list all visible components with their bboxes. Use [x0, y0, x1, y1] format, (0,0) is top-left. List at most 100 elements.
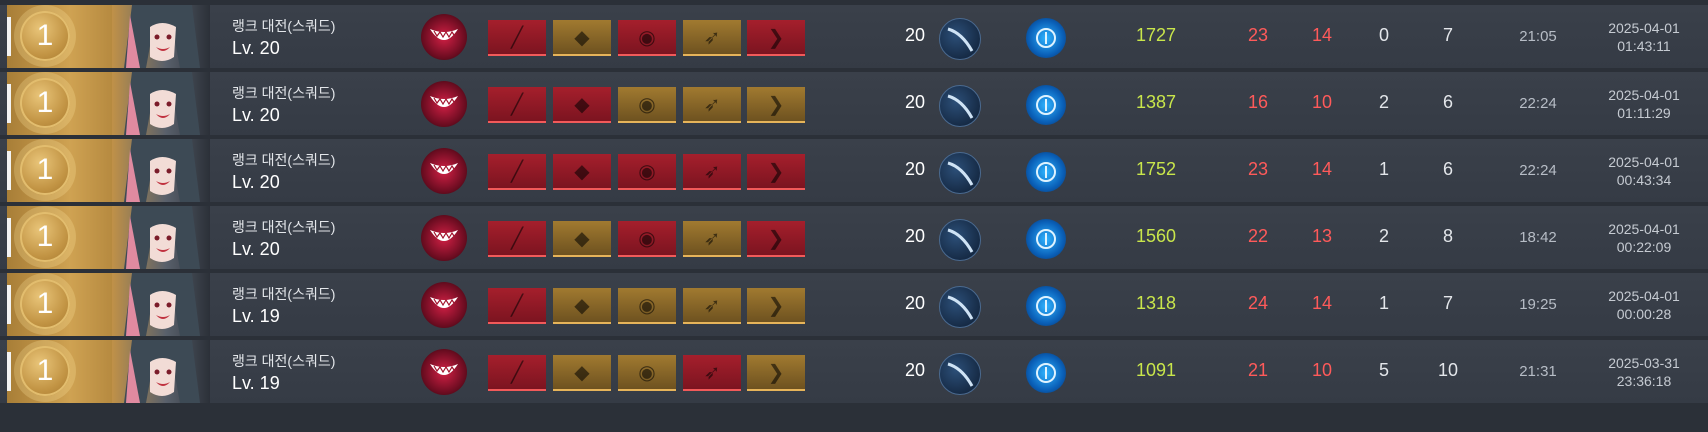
equipment-slot-3[interactable]: ◉: [618, 20, 676, 56]
blue-core-icon[interactable]: [1026, 286, 1066, 326]
game-mode: 랭크 대전(스쿼드): [232, 152, 336, 168]
blue-core-icon[interactable]: [1026, 219, 1066, 259]
equipment-slot-1[interactable]: ╱: [488, 87, 546, 123]
equipment-slot-5[interactable]: ❯: [747, 20, 805, 56]
match-datetime: 2025-04-01 00:22:09: [1594, 220, 1694, 256]
character-portrait-art: [124, 340, 200, 403]
assists: 14: [1311, 159, 1333, 179]
rank-number: 1: [36, 220, 54, 253]
assists: 14: [1311, 293, 1333, 313]
match-time: 23:36:18: [1616, 373, 1672, 389]
equipment-icon: ◆: [574, 227, 590, 250]
equipment-slot-2[interactable]: ◆: [553, 355, 611, 391]
equipment-icon: ◆: [574, 294, 590, 317]
match-row[interactable]: 1 랭크 대전(스쿼드) Lv. 20 ╱ ◆ ◉ ➶ ❯ 20 1727 23 14 0 7 21:0…: [0, 5, 1708, 68]
blade-slash-icon[interactable]: [939, 219, 981, 261]
rank-medal: 1: [20, 78, 70, 128]
blade-slash-icon[interactable]: [939, 18, 981, 60]
equipment-icon: ➶: [703, 294, 721, 317]
equipment-icon: ◆: [574, 26, 590, 49]
equipment-slot-4[interactable]: ➶: [683, 221, 741, 257]
equipment-icon: ❯: [767, 294, 785, 317]
character-portrait-art: [124, 206, 200, 269]
grinning-mouth-icon[interactable]: [421, 282, 467, 328]
stat-4: 7: [1442, 25, 1453, 45]
rank-number: 1: [36, 153, 54, 186]
match-duration: 22:24: [1519, 95, 1557, 112]
equipment-slot-2[interactable]: ◆: [553, 20, 611, 56]
grinning-mouth-icon[interactable]: [421, 215, 467, 261]
game-mode: 랭크 대전(스쿼드): [232, 18, 336, 34]
rank-number: 1: [36, 19, 54, 52]
equipment-slot-4[interactable]: ➶: [683, 87, 741, 123]
equipment-slot-1[interactable]: ╱: [488, 221, 546, 257]
grinning-mouth-icon[interactable]: [421, 81, 467, 127]
equipment-slot-1[interactable]: ╱: [488, 288, 546, 324]
equipment-slot-5[interactable]: ❯: [747, 221, 805, 257]
match-row[interactable]: 1 랭크 대전(스쿼드) Lv. 19 ╱ ◆ ◉ ➶ ❯ 20 1091 21 10 5 10 21:…: [0, 340, 1708, 403]
equipment-icon: ❯: [767, 26, 785, 49]
blade-slash-icon[interactable]: [939, 286, 981, 328]
equipment-slot-4[interactable]: ➶: [683, 288, 741, 324]
match-row[interactable]: 1 랭크 대전(스쿼드) Lv. 19 ╱ ◆ ◉ ➶ ❯ 20 1318 24 14 1 7 19:2…: [0, 273, 1708, 336]
stat-4: 7: [1442, 293, 1453, 313]
match-time: 00:00:28: [1616, 306, 1672, 322]
rank-accent-bar: [7, 352, 11, 391]
equipment-icon: ◉: [638, 160, 656, 183]
score: 1091: [1135, 360, 1177, 380]
equipment-slot-5[interactable]: ❯: [747, 355, 805, 391]
equipment-slot-3[interactable]: ◉: [618, 221, 676, 257]
player-level: Lv. 20: [232, 172, 280, 192]
match-row[interactable]: 1 랭크 대전(스쿼드) Lv. 20 ╱ ◆ ◉ ➶ ❯ 20 1560 22 13 2 8 18:4…: [0, 206, 1708, 269]
match-date: 2025-04-01: [1608, 221, 1680, 237]
equipment-slot-3[interactable]: ◉: [618, 87, 676, 123]
blue-core-icon[interactable]: [1026, 85, 1066, 125]
grinning-mouth-icon[interactable]: [421, 148, 467, 194]
match-date: 2025-04-01: [1608, 154, 1680, 170]
deaths: 5: [1378, 360, 1389, 380]
equipment-slot-4[interactable]: ➶: [683, 154, 741, 190]
equipment-slot-5[interactable]: ❯: [747, 288, 805, 324]
equipment-icon: ╱: [510, 361, 524, 384]
blade-slash-icon[interactable]: [939, 353, 981, 395]
rank-accent-bar: [7, 84, 11, 123]
assists: 13: [1311, 226, 1333, 246]
match-duration: 22:24: [1519, 162, 1557, 179]
equipment-icon: ◆: [574, 361, 590, 384]
equipment-slot-4[interactable]: ➶: [683, 355, 741, 391]
equipment-slot-1[interactable]: ╱: [488, 154, 546, 190]
score: 1727: [1135, 25, 1177, 45]
blue-core-icon[interactable]: [1026, 18, 1066, 58]
character-portrait: [112, 273, 210, 336]
equipment-slot-2[interactable]: ◆: [553, 288, 611, 324]
equipment-slot-3[interactable]: ◉: [618, 154, 676, 190]
equipment-slot-3[interactable]: ◉: [618, 288, 676, 324]
match-duration: 19:25: [1519, 296, 1557, 313]
equipment-slot-2[interactable]: ◆: [553, 87, 611, 123]
equipment-slot-3[interactable]: ◉: [618, 355, 676, 391]
equipment-slot-1[interactable]: ╱: [488, 20, 546, 56]
grinning-mouth-icon[interactable]: [421, 349, 467, 395]
match-row[interactable]: 1 랭크 대전(스쿼드) Lv. 20 ╱ ◆ ◉ ➶ ❯ 20 1752 23 14 1 6 22:2…: [0, 139, 1708, 202]
character-portrait-art: [124, 72, 200, 135]
equipment-icon: ◉: [638, 93, 656, 116]
equipment-slot-2[interactable]: ◆: [553, 221, 611, 257]
stat-4: 6: [1442, 92, 1453, 112]
blade-slash-icon[interactable]: [939, 152, 981, 194]
deaths: 0: [1378, 25, 1389, 45]
blade-slash-icon[interactable]: [939, 85, 981, 127]
equipment-icon: ➶: [703, 93, 721, 116]
equipment-slot-4[interactable]: ➶: [683, 20, 741, 56]
blue-core-icon[interactable]: [1026, 152, 1066, 192]
equipment-slot-2[interactable]: ◆: [553, 154, 611, 190]
equipment-slot-5[interactable]: ❯: [747, 87, 805, 123]
score: 1752: [1135, 159, 1177, 179]
match-date: 2025-04-01: [1608, 288, 1680, 304]
player-level: Lv. 20: [232, 38, 280, 58]
blue-core-icon[interactable]: [1026, 353, 1066, 393]
equipment-slot-5[interactable]: ❯: [747, 154, 805, 190]
equipment-slot-1[interactable]: ╱: [488, 355, 546, 391]
match-time: 00:43:34: [1616, 172, 1672, 188]
match-row[interactable]: 1 랭크 대전(스쿼드) Lv. 20 ╱ ◆ ◉ ➶ ❯ 20 1387 16 10 2 6 22:2…: [0, 72, 1708, 135]
grinning-mouth-icon[interactable]: [421, 14, 467, 60]
